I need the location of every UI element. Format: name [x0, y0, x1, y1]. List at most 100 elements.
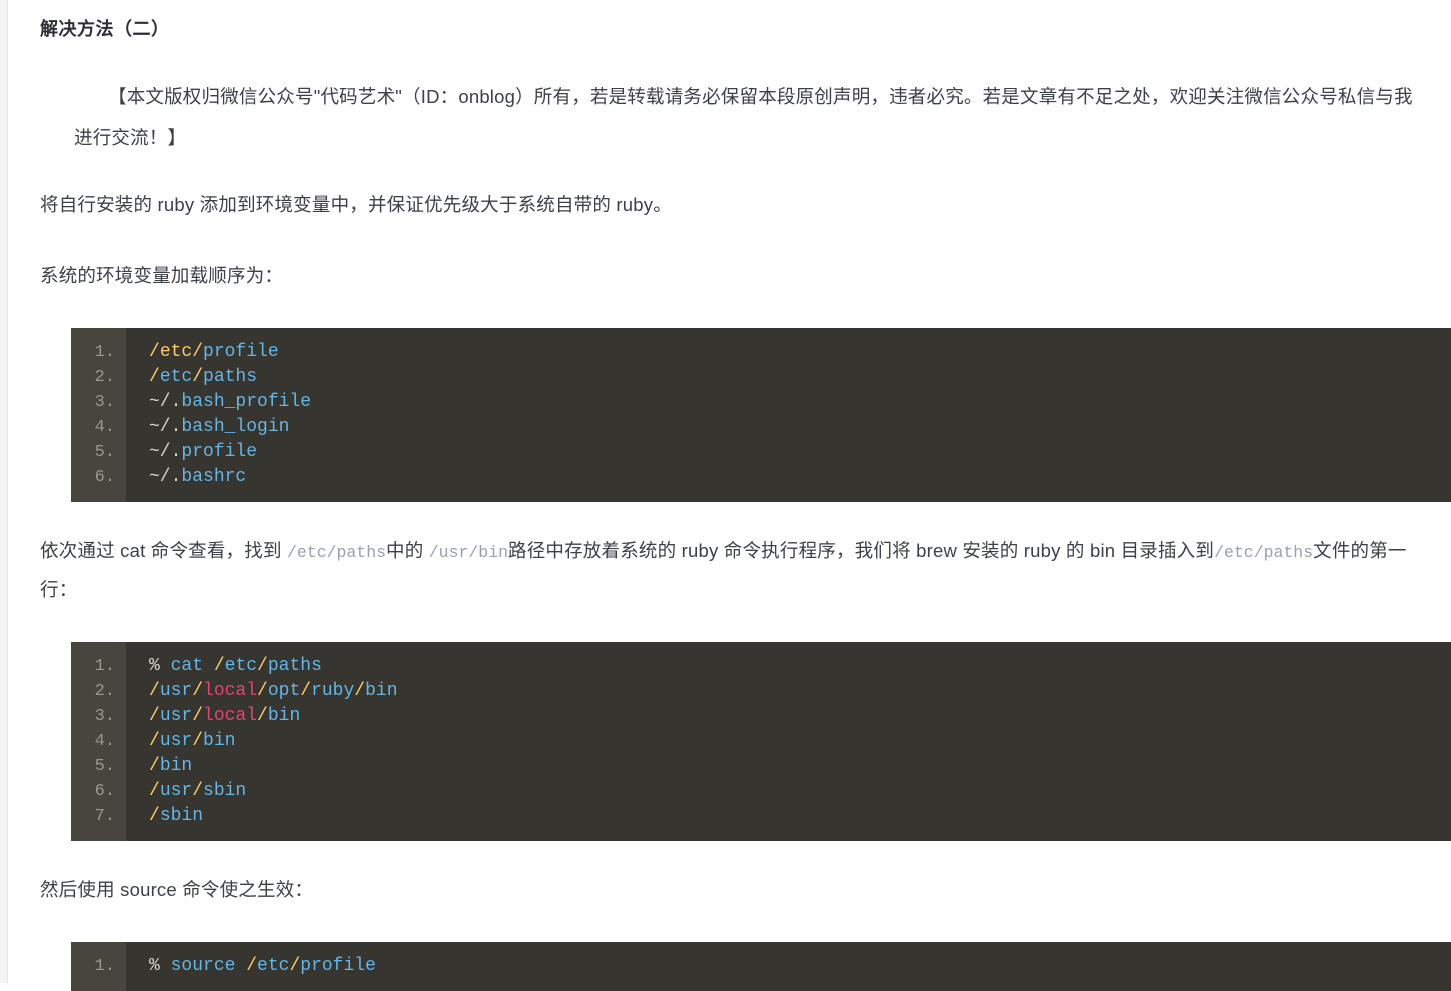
- paragraph-env-order-intro: 系统的环境变量加载顺序为：: [40, 265, 284, 287]
- text-run: 路径中存放着系统的 ruby 命令执行程序，我们将 brew 安装的 ruby …: [508, 540, 1215, 562]
- code-line: 3. ~/.bash_profile: [71, 390, 1451, 415]
- code-token: /: [192, 680, 204, 701]
- code-token: /: [257, 655, 268, 676]
- inline-code-etc-paths-2: /etc/paths: [1214, 543, 1314, 563]
- code-lines: 1./etc/profile 2./etc/paths 3. ~/.bash_prof…: [71, 340, 1451, 490]
- code-token: profile: [181, 442, 258, 463]
- copyright-note: 【本文版权归微信公众号"代码艺术"（ID：onblog）所有，若是转载请务必保留…: [74, 86, 1413, 148]
- page-left-rail: [0, 0, 8, 983]
- code-token: bin: [365, 680, 398, 701]
- code-token: bash_profile: [181, 392, 312, 413]
- line-number: 4.: [94, 418, 115, 438]
- code-text: /bin: [126, 754, 192, 779]
- section-title: 解决方法（二）: [40, 19, 170, 39]
- line-number: 2.: [94, 368, 115, 388]
- code-token: etc: [159, 367, 193, 388]
- paragraph-source-intro: 然后使用 source 命令使之生效：: [40, 878, 314, 900]
- code-token: .: [170, 442, 182, 463]
- code-line: 3. /usr/local/bin: [71, 704, 1451, 729]
- code-token: bin: [159, 755, 193, 776]
- code-text: /usr/local/bin: [126, 704, 300, 729]
- code-text: /usr/local/opt/ruby/bin: [126, 679, 398, 704]
- code-line: 1.% cat /etc/paths: [71, 654, 1451, 679]
- code-token: etc: [159, 342, 193, 363]
- code-token: /: [149, 705, 160, 726]
- code-token: /: [257, 705, 268, 726]
- code-text: /etc/profile: [126, 340, 279, 365]
- code-token: etc: [224, 655, 258, 676]
- code-token: sbin: [159, 805, 204, 826]
- paragraph-cat-explanation: 依次通过 cat 命令查看，找到 /etc/paths中的 /usr/bin路径…: [40, 532, 1443, 610]
- code-text: ~/.bash_profile: [126, 390, 311, 415]
- code-token: .: [170, 417, 182, 438]
- code-token: ~/: [149, 417, 171, 438]
- line-number: 2.: [94, 681, 115, 701]
- code-token: bash_login: [181, 417, 290, 438]
- code-text: /usr/bin: [126, 729, 235, 754]
- code-token: /: [246, 955, 258, 976]
- line-number: 1.: [94, 343, 115, 363]
- code-token: /: [354, 680, 366, 701]
- code-text: ~/.bash_login: [126, 415, 289, 440]
- line-number: 3.: [94, 706, 115, 726]
- code-token: /: [149, 780, 160, 801]
- code-token: /: [149, 342, 160, 363]
- article-body: 解决方法（二） 【本文版权归微信公众号"代码艺术"（ID：onblog）所有，若…: [9, 0, 1451, 991]
- code-token: paths: [267, 655, 322, 676]
- line-number: 7.: [94, 806, 115, 826]
- code-lines: 1.% source /etc/profile: [71, 954, 1451, 979]
- line-number: 3.: [94, 393, 115, 413]
- code-text: /sbin: [126, 804, 203, 829]
- code-token: local: [203, 680, 258, 701]
- code-token: ~/: [149, 467, 171, 488]
- line-number: 1.: [94, 656, 115, 676]
- code-token: opt: [267, 680, 301, 701]
- code-token: /: [149, 367, 160, 388]
- code-line: 6. ~/.bashrc: [71, 465, 1451, 490]
- code-token: profile: [300, 955, 376, 976]
- code-token: source: [170, 955, 236, 976]
- code-line: 2./etc/paths: [71, 365, 1451, 390]
- code-token: /: [257, 680, 268, 701]
- line-number: 6.: [94, 468, 115, 488]
- line-number: 5.: [94, 443, 115, 463]
- code-token: /: [149, 755, 160, 776]
- code-token: usr: [159, 680, 193, 701]
- code-block-cat-etc-paths[interactable]: 1.% cat /etc/paths 2./usr/local/opt/ruby/…: [71, 641, 1451, 841]
- text-run: 依次通过 cat 命令查看，找到: [40, 540, 287, 562]
- code-text: ~/.bashrc: [126, 465, 246, 490]
- code-block-env-load-order[interactable]: 1./etc/profile 2./etc/paths 3. ~/.bash_prof…: [71, 328, 1451, 503]
- code-token: usr: [159, 780, 193, 801]
- code-token: bin: [267, 705, 301, 726]
- code-token: /: [192, 342, 204, 363]
- line-number: 4.: [94, 731, 115, 751]
- code-line: 6./usr/sbin: [71, 779, 1451, 804]
- code-token: cat: [170, 655, 204, 676]
- code-token: /: [192, 780, 204, 801]
- text-run: 中的: [386, 540, 429, 562]
- code-token: sbin: [203, 780, 247, 801]
- code-token: paths: [203, 367, 258, 388]
- code-block-source-etc-profile[interactable]: 1.% source /etc/profile: [71, 941, 1451, 991]
- code-token: etc: [257, 955, 290, 976]
- code-token: .: [170, 392, 182, 413]
- code-line: 5. /bin: [71, 754, 1451, 779]
- code-line: 2./usr/local/opt/ruby/bin: [71, 679, 1451, 704]
- code-token: /: [300, 680, 312, 701]
- code-token: ruby: [311, 680, 355, 701]
- paragraph-install-ruby: 将自行安装的 ruby 添加到环境变量中，并保证优先级大于系统自带的 ruby。: [40, 194, 672, 216]
- code-text: ~/.profile: [126, 440, 257, 465]
- code-token: /: [149, 680, 160, 701]
- line-number: 6.: [94, 781, 115, 801]
- code-token: %: [149, 655, 171, 676]
- code-token: ~/: [149, 392, 171, 413]
- line-number: 5.: [94, 756, 115, 776]
- code-token: /: [289, 955, 301, 976]
- line-number: 1.: [94, 956, 115, 976]
- code-line: 7. /sbin: [71, 804, 1451, 829]
- code-line: 4. ~/.bash_login: [71, 415, 1451, 440]
- code-token: usr: [159, 705, 193, 726]
- inline-code-etc-paths: /etc/paths: [287, 543, 387, 563]
- code-token: /: [213, 655, 225, 676]
